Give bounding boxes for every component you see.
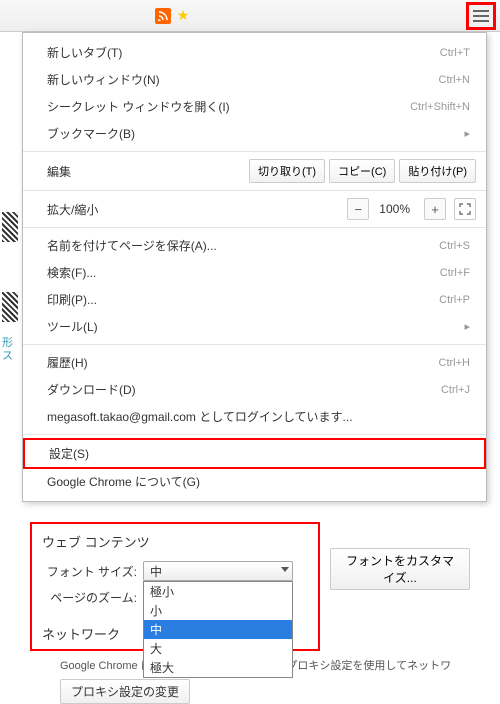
main-menu-button[interactable]: [466, 2, 496, 30]
section-title: ウェブ コンテンツ: [42, 532, 308, 551]
menu-find[interactable]: 検索(F)... Ctrl+F: [23, 259, 486, 286]
shortcut: Ctrl+H: [439, 357, 470, 369]
shortcut: Ctrl+Shift+N: [410, 101, 470, 113]
shortcut: Ctrl+P: [439, 294, 470, 306]
side-text: 形ス: [2, 337, 16, 363]
web-content-section: ウェブ コンテンツ フォント サイズ: 中 極小 小 中 大 極大 ページのズー…: [30, 522, 320, 651]
rss-icon[interactable]: [155, 8, 171, 24]
option-l[interactable]: 大: [144, 639, 292, 658]
font-size-select[interactable]: 中 極小 小 中 大 極大: [143, 561, 293, 581]
paste-button[interactable]: 貼り付け(P): [399, 159, 476, 183]
select-value: 中: [150, 563, 162, 580]
zoom-in-button[interactable]: +: [424, 198, 446, 220]
menu-save-as[interactable]: 名前を付けてページを保存(A)... Ctrl+S: [23, 232, 486, 259]
side-decoration: [2, 292, 18, 322]
main-menu: 新しいタブ(T) Ctrl+T 新しいウィンドウ(N) Ctrl+N シークレッ…: [22, 32, 487, 502]
option-xl[interactable]: 極大: [144, 658, 292, 677]
shortcut: Ctrl+T: [440, 47, 470, 59]
menu-tools[interactable]: ツール(L) ▸: [23, 313, 486, 340]
menu-label: ツール(L): [47, 318, 98, 335]
font-size-label: フォント サイズ:: [42, 563, 137, 580]
menu-label: 検索(F)...: [47, 264, 96, 281]
settings-panel: ウェブ コンテンツ フォント サイズ: 中 極小 小 中 大 極大 ページのズー…: [30, 522, 470, 704]
font-size-dropdown: 極小 小 中 大 極大: [143, 581, 293, 678]
shortcut: Ctrl+J: [441, 384, 470, 396]
customize-fonts-button[interactable]: フォントをカスタマイズ...: [330, 548, 470, 590]
copy-button[interactable]: コピー(C): [329, 159, 395, 183]
menu-label: 印刷(P)...: [47, 291, 97, 308]
hamburger-icon: [473, 10, 489, 22]
menu-label: Google Chrome について(G): [47, 473, 200, 490]
menu-history[interactable]: 履歴(H) Ctrl+H: [23, 349, 486, 376]
menu-label: 履歴(H): [47, 354, 88, 371]
menu-label: シークレット ウィンドウを開く(I): [47, 98, 230, 115]
menu-label: 名前を付けてページを保存(A)...: [47, 237, 217, 254]
menu-incognito[interactable]: シークレット ウィンドウを開く(I) Ctrl+Shift+N: [23, 93, 486, 120]
menu-label: 編集: [47, 163, 71, 180]
star-icon[interactable]: ★: [175, 8, 191, 24]
menu-print[interactable]: 印刷(P)... Ctrl+P: [23, 286, 486, 313]
chevron-down-icon: [281, 567, 289, 572]
side-decoration: [2, 212, 18, 242]
menu-about[interactable]: Google Chrome について(G): [23, 468, 486, 495]
menu-label: 新しいウィンドウ(N): [47, 71, 160, 88]
cut-button[interactable]: 切り取り(T): [249, 159, 325, 183]
menu-settings[interactable]: 設定(S): [25, 440, 484, 467]
page-zoom-label: ページのズーム:: [42, 589, 137, 606]
option-m[interactable]: 中: [144, 620, 292, 639]
fullscreen-button[interactable]: [454, 198, 476, 220]
zoom-value: 100%: [369, 202, 420, 216]
menu-bookmarks[interactable]: ブックマーク(B) ▸: [23, 120, 486, 147]
option-s[interactable]: 小: [144, 601, 292, 620]
menu-login-status[interactable]: megasoft.takao@gmail.com としてログインしています...: [23, 403, 486, 430]
browser-toolbar: ★: [0, 0, 500, 32]
menu-zoom-row: 拡大/縮小 − 100% +: [23, 195, 486, 223]
menu-new-window[interactable]: 新しいウィンドウ(N) Ctrl+N: [23, 66, 486, 93]
shortcut: Ctrl+F: [440, 267, 470, 279]
shortcut: Ctrl+N: [439, 74, 470, 86]
fullscreen-icon: [459, 203, 471, 215]
proxy-settings-button[interactable]: プロキシ設定の変更: [60, 679, 190, 704]
submenu-arrow: ▸: [464, 127, 470, 140]
menu-label: 拡大/縮小: [47, 201, 98, 218]
menu-label: 新しいタブ(T): [47, 44, 122, 61]
menu-label: megasoft.takao@gmail.com としてログインしています...: [47, 408, 353, 425]
menu-downloads[interactable]: ダウンロード(D) Ctrl+J: [23, 376, 486, 403]
menu-label: 設定(S): [49, 445, 89, 462]
menu-label: ダウンロード(D): [47, 381, 136, 398]
zoom-out-button[interactable]: −: [347, 198, 369, 220]
menu-new-tab[interactable]: 新しいタブ(T) Ctrl+T: [23, 39, 486, 66]
menu-label: ブックマーク(B): [47, 125, 135, 142]
menu-edit-row: 編集 切り取り(T) コピー(C) 貼り付け(P): [23, 156, 486, 186]
option-xs[interactable]: 極小: [144, 582, 292, 601]
submenu-arrow: ▸: [464, 320, 470, 333]
shortcut: Ctrl+S: [439, 240, 470, 252]
